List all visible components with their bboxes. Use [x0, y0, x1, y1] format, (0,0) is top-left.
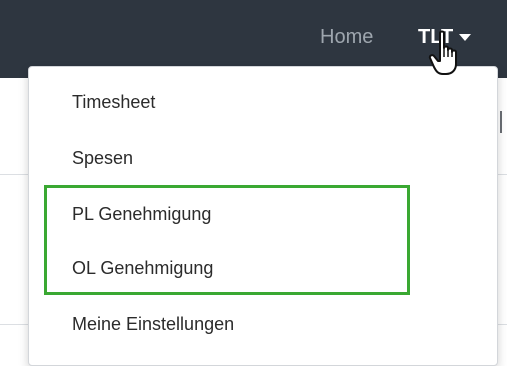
- menu-item-meine-einstellungen[interactable]: Meine Einstellungen: [72, 314, 234, 335]
- highlight-box: [44, 185, 410, 295]
- table-column-edge: [500, 111, 502, 133]
- hand-pointer-icon: [428, 30, 457, 75]
- nav-home-link[interactable]: Home: [320, 26, 373, 49]
- menu-item-timesheet[interactable]: Timesheet: [72, 92, 155, 113]
- menu-item-spesen[interactable]: Spesen: [72, 148, 133, 169]
